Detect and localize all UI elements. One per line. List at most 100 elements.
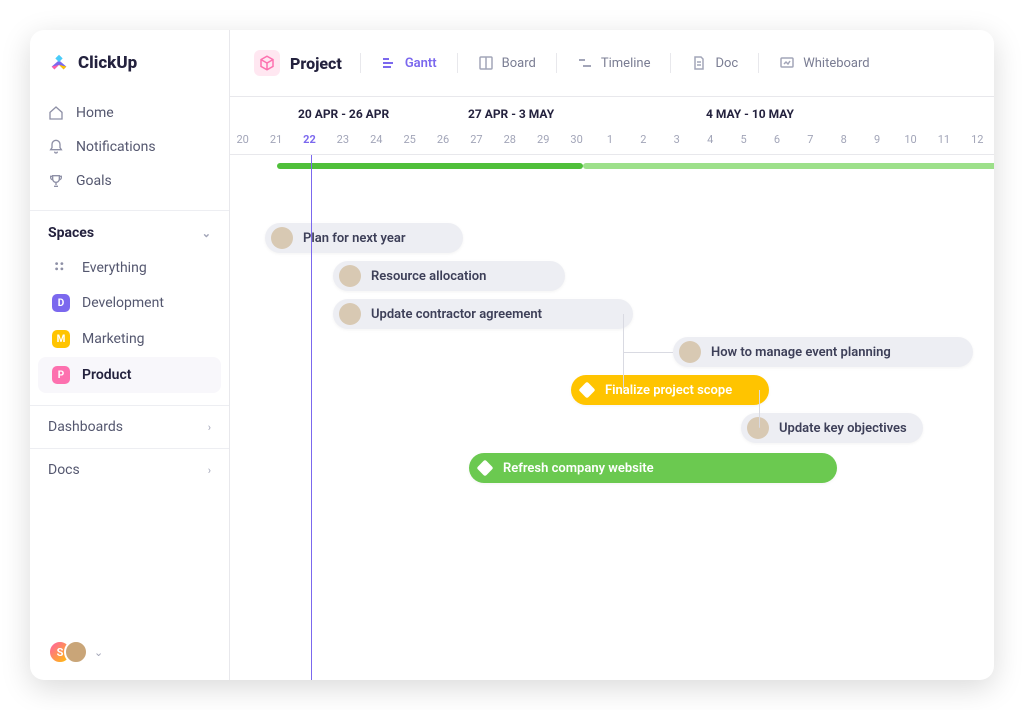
- space-badge: M: [52, 330, 70, 348]
- divider: [360, 53, 361, 73]
- day-cell: 3: [660, 133, 693, 146]
- space-label: Everything: [82, 260, 147, 276]
- logo-icon: [48, 52, 70, 74]
- day-cell: 12: [961, 133, 994, 146]
- tab-whiteboard[interactable]: Whiteboard: [767, 48, 881, 78]
- milestone-icon: [579, 382, 596, 399]
- gantt-task[interactable]: Update key objectives: [741, 413, 923, 443]
- presence-bar[interactable]: S ⌄: [30, 624, 229, 680]
- logo-text: ClickUp: [78, 53, 137, 73]
- menu-docs[interactable]: Docs ›: [30, 448, 229, 491]
- space-badge: D: [52, 294, 70, 312]
- board-icon: [478, 55, 494, 71]
- timeline-header: 20 APR - 26 APR27 APR - 3 MAY4 MAY - 10 …: [230, 97, 994, 155]
- tab-gantt[interactable]: Gantt: [369, 48, 449, 78]
- day-cell: 9: [860, 133, 893, 146]
- day-cell: 7: [794, 133, 827, 146]
- day-cell: 29: [527, 133, 560, 146]
- avatar: [64, 640, 88, 664]
- home-icon: [48, 105, 64, 121]
- week-label: 27 APR - 3 MAY: [468, 97, 706, 125]
- day-cell: 22: [293, 133, 326, 146]
- chevron-right-icon: ›: [208, 464, 211, 477]
- day-cell: 11: [927, 133, 960, 146]
- avatar: [679, 341, 701, 363]
- gantt-task[interactable]: Plan for next year: [265, 223, 463, 253]
- nav-home[interactable]: Home: [30, 96, 229, 130]
- avatar: [339, 265, 361, 287]
- tab-label: Board: [502, 56, 536, 71]
- gantt-task[interactable]: Update contractor agreement: [333, 299, 633, 329]
- day-cell: 26: [426, 133, 459, 146]
- day-cell: 2: [627, 133, 660, 146]
- tab-label: Gantt: [405, 56, 437, 71]
- day-cell: 28: [493, 133, 526, 146]
- bell-icon: [48, 139, 64, 155]
- day-cell: 5: [727, 133, 760, 146]
- milestone-icon: [477, 460, 494, 477]
- divider: [670, 53, 671, 73]
- nav-goals[interactable]: Goals: [30, 164, 229, 198]
- topbar: Project Gantt Board Timeline Doc: [230, 30, 994, 97]
- day-cell: 23: [326, 133, 359, 146]
- trophy-icon: [48, 173, 64, 189]
- nav-notifications[interactable]: Notifications: [30, 130, 229, 164]
- menu-label: Dashboards: [48, 419, 123, 435]
- space-item-marketing[interactable]: M Marketing: [38, 321, 221, 357]
- divider: [457, 53, 458, 73]
- space-item-development[interactable]: D Development: [38, 285, 221, 321]
- task-label: Refresh company website: [503, 461, 654, 476]
- week-label: 20 APR - 26 APR: [230, 97, 468, 125]
- today-line: TODAY: [311, 155, 312, 680]
- tab-timeline[interactable]: Timeline: [565, 48, 663, 78]
- cube-icon: [254, 50, 280, 76]
- day-cell: 10: [894, 133, 927, 146]
- tab-label: Whiteboard: [803, 56, 869, 71]
- gantt-icon: [381, 55, 397, 71]
- day-cell: 24: [360, 133, 393, 146]
- main: Project Gantt Board Timeline Doc: [230, 30, 994, 680]
- tab-label: Doc: [715, 56, 738, 71]
- logo[interactable]: ClickUp: [30, 30, 229, 92]
- gantt-task[interactable]: Finalize project scope: [571, 375, 769, 405]
- whiteboard-icon: [779, 55, 795, 71]
- project-title[interactable]: Project: [244, 44, 352, 82]
- day-cell: 27: [460, 133, 493, 146]
- nav-label: Goals: [76, 173, 112, 189]
- task-label: Update key objectives: [779, 421, 907, 436]
- tab-doc[interactable]: Doc: [679, 48, 750, 78]
- day-cell: 25: [393, 133, 426, 146]
- day-cell: 30: [560, 133, 593, 146]
- day-cell: 21: [259, 133, 292, 146]
- menu-dashboards[interactable]: Dashboards ›: [30, 405, 229, 448]
- menu-label: Docs: [48, 462, 80, 478]
- chevron-right-icon: ›: [208, 421, 211, 434]
- task-label: Finalize project scope: [605, 383, 732, 398]
- space-item-product[interactable]: P Product: [38, 357, 221, 393]
- gantt-task[interactable]: Resource allocation: [333, 261, 565, 291]
- nav-label: Home: [76, 105, 114, 121]
- day-cell: 8: [827, 133, 860, 146]
- avatar: [747, 417, 769, 439]
- task-label: Plan for next year: [303, 231, 406, 246]
- gantt-task[interactable]: How to manage event planning: [673, 337, 973, 367]
- project-title-text: Project: [290, 54, 342, 73]
- timeline-icon: [577, 55, 593, 71]
- space-label: Marketing: [82, 331, 145, 347]
- day-cell: 6: [760, 133, 793, 146]
- avatar: [271, 227, 293, 249]
- chevron-down-icon: ⌄: [202, 227, 211, 240]
- day-cell: 20: [230, 133, 259, 146]
- week-label: 4 MAY - 10 MAY: [706, 97, 944, 125]
- gantt-area[interactable]: TODAYPlan for next year Resource allocati…: [230, 155, 994, 680]
- space-everything[interactable]: Everything: [38, 251, 221, 285]
- tab-label: Timeline: [601, 56, 651, 71]
- space-badge: P: [52, 366, 70, 384]
- avatar: [339, 303, 361, 325]
- grid-icon: [52, 261, 70, 275]
- tab-board[interactable]: Board: [466, 48, 548, 78]
- task-label: Update contractor agreement: [371, 307, 542, 322]
- spaces-header[interactable]: Spaces ⌄: [30, 210, 229, 251]
- gantt-task[interactable]: Refresh company website: [469, 453, 837, 483]
- spaces-label: Spaces: [48, 225, 94, 241]
